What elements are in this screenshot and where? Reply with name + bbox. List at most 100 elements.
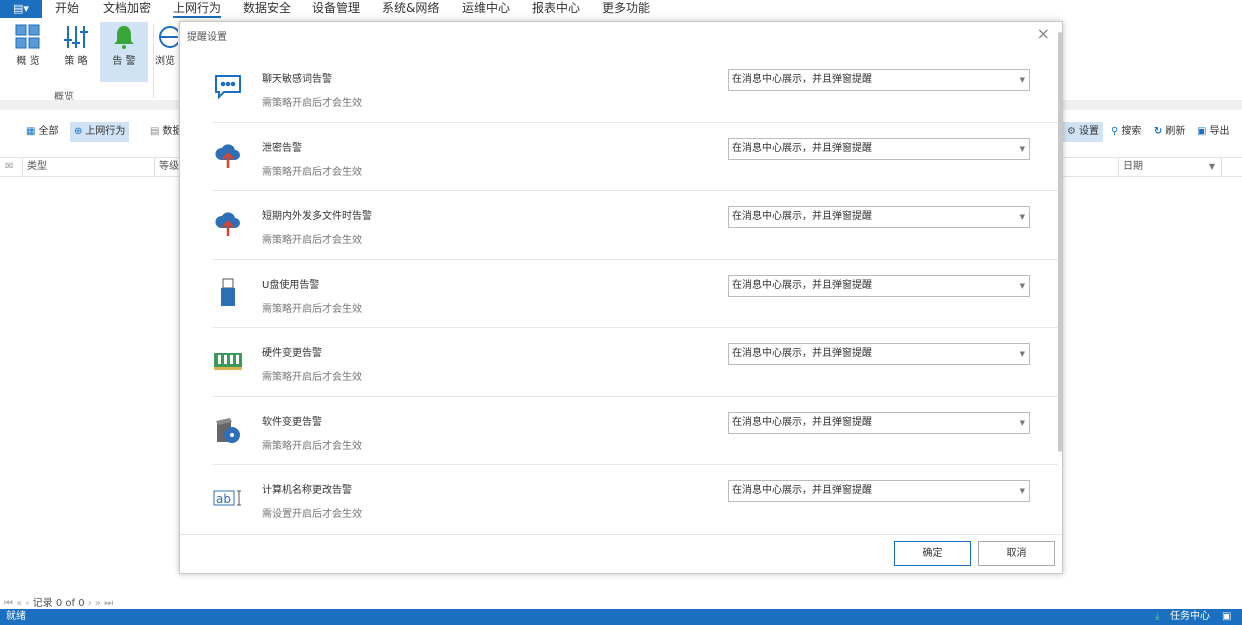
alert-description: 需设置开启后才会生效 [262, 509, 362, 520]
alert-mode-value: 在消息中心展示，并且弹窗提醒 [732, 279, 872, 291]
settings-button[interactable]: ⚙ 设置 [1063, 122, 1103, 142]
filter-web-button[interactable]: ⊕ 上网行为 [70, 122, 130, 142]
menu-bar: ▤▾ 开始 文档加密 上网行为 数据安全 设备管理 系统&网络 运维中心 报表中… [0, 0, 1242, 18]
globe-search-icon: ⊕ [74, 126, 83, 137]
close-icon[interactable]: × [1037, 24, 1050, 43]
column-level[interactable]: 等级 [154, 158, 179, 176]
app-menu-button[interactable]: ▤▾ [0, 0, 42, 18]
status-bar: 就绪 ⤓ 任务中心 ▣ [0, 609, 1242, 625]
tab-more[interactable]: 更多功能 [602, 0, 650, 18]
settings-label: 设置 [1078, 126, 1099, 137]
alert-mode-select[interactable]: 在消息中心展示，并且弹窗提醒 ▼ [728, 480, 1030, 502]
status-text: 就绪 [6, 611, 26, 622]
alert-mode-select[interactable]: 在消息中心展示，并且弹窗提醒 ▼ [728, 343, 1030, 365]
alert-description: 需策略开启后才会生效 [262, 166, 362, 178]
alert-mode-select[interactable]: 在消息中心展示，并且弹窗提醒 ▼ [728, 206, 1030, 228]
dialog-title: 提醒设置 [187, 32, 227, 43]
all-label: 全部 [38, 126, 59, 137]
tab-data-security[interactable]: 数据安全 [243, 0, 291, 18]
mail-icon: ✉ [5, 161, 14, 172]
globe-icon [150, 22, 180, 52]
column-date[interactable]: 日期 ▼ [1118, 158, 1222, 176]
web-label: 上网行为 [85, 126, 126, 137]
export-button[interactable]: ▣ 导出 [1193, 122, 1233, 142]
window-icon[interactable]: ▣ [1222, 609, 1231, 625]
filter-all-button[interactable]: ▦ 全部 [22, 122, 62, 142]
pager-prev-icon[interactable]: ⏮ « ‹ [4, 598, 33, 609]
chevron-down-icon: ▼ [1019, 76, 1025, 84]
refresh-label: 刷新 [1165, 126, 1186, 137]
chevron-down-icon: ▼ [1019, 213, 1025, 221]
browse-button[interactable]: 浏览 [150, 22, 180, 82]
alert-description: 需策略开启后才会生效 [262, 235, 362, 246]
alert-mode-value: 在消息中心展示，并且弹窗提醒 [732, 142, 872, 154]
svg-text:ab: ab [216, 492, 231, 506]
tab-doc-encrypt[interactable]: 文档加密 [103, 0, 151, 18]
memory-icon [212, 346, 244, 376]
alert-settings-dialog: 提醒设置 × 聊天敏感词告警 需策略开启后才会生效 在消息中心展示，并且弹窗提醒… [179, 21, 1063, 574]
chevron-down-icon: ▼ [1019, 281, 1025, 290]
tab-system-network[interactable]: 系统&网络 [382, 0, 439, 18]
alert-title: 聊天敏感词告警 [262, 74, 332, 85]
alert-title: 泄密告警 [262, 142, 302, 154]
policy-label: 策 略 [64, 56, 88, 67]
refresh-icon: ↻ [1154, 126, 1163, 137]
alert-setting-row: 泄密告警 需策略开启后才会生效 在消息中心展示，并且弹窗提醒 ▼ [212, 123, 1058, 191]
divider [153, 24, 154, 98]
download-icon: ⤓ [1155, 611, 1160, 622]
task-center-button[interactable]: 任务中心 [1170, 609, 1210, 625]
alert-setting-row: ab 计算机名称更改告警 需设置开启后才会生效 在消息中心展示，并且弹窗提醒 ▼ [212, 465, 1058, 534]
cloud-upload-icon [212, 141, 244, 171]
tab-start[interactable]: 开始 [55, 0, 79, 18]
tab-ops-center[interactable]: 运维中心 [462, 0, 510, 18]
policy-button[interactable]: 策 略 [52, 22, 100, 82]
search-label: 搜索 [1121, 126, 1142, 137]
grid-icon [4, 22, 52, 52]
sliders-icon [52, 22, 100, 52]
alert-label: 告 警 [112, 56, 136, 67]
alert-mode-select[interactable]: 在消息中心展示，并且弹窗提醒 ▼ [728, 137, 1030, 160]
chevron-down-icon: ▼ [1019, 418, 1025, 427]
pager-text: 记录 0 of 0 [32, 598, 85, 609]
chevron-down-icon: ▼ [1019, 144, 1025, 153]
search-icon: ⚲ [1111, 126, 1119, 137]
alert-mode-select[interactable]: 在消息中心展示，并且弹窗提醒 ▼ [728, 274, 1030, 297]
alert-title: 硬件变更告警 [262, 348, 322, 359]
alert-setting-row: 聊天敏感词告警 需策略开启后才会生效 在消息中心展示，并且弹窗提醒 ▼ [212, 54, 1058, 123]
rename-icon: ab [212, 483, 244, 513]
alert-setting-row: 硬件变更告警 需策略开启后才会生效 在消息中心展示，并且弹窗提醒 ▼ [212, 328, 1058, 397]
chat-icon [212, 72, 244, 102]
tab-device-mgmt[interactable]: 设备管理 [312, 0, 360, 18]
scrollbar[interactable] [1058, 32, 1062, 452]
alert-mode-value: 在消息中心展示，并且弹窗提醒 [732, 211, 872, 222]
column-date-label: 日期 [1123, 161, 1143, 172]
gear-icon: ⚙ [1067, 126, 1076, 137]
alert-description: 需策略开启后才会生效 [262, 372, 362, 383]
cancel-button[interactable]: 取消 [978, 541, 1055, 566]
alert-mode-select[interactable]: 在消息中心展示，并且弹窗提醒 ▼ [728, 411, 1030, 434]
pager-next-icon[interactable]: › » ⏭ [85, 598, 113, 609]
refresh-button[interactable]: ↻ 刷新 [1150, 122, 1189, 142]
alert-button[interactable]: 告 警 [100, 22, 148, 82]
pager: ⏮ « ‹ 记录 0 of 0 › » ⏭ [4, 594, 113, 609]
alert-description: 需策略开启后才会生效 [262, 98, 362, 109]
tab-report-center[interactable]: 报表中心 [532, 0, 580, 18]
search-button[interactable]: ⚲ 搜索 [1107, 122, 1145, 142]
document-icon: ▤ [150, 126, 160, 137]
alert-setting-row: U盘使用告警 需策略开启后才会生效 在消息中心展示，并且弹窗提醒 ▼ [212, 260, 1058, 328]
overview-button[interactable]: 概 览 [4, 22, 52, 82]
alert-title: 计算机名称更改告警 [262, 485, 352, 496]
alert-title: U盘使用告警 [262, 279, 320, 291]
alert-mode-value: 在消息中心展示，并且弹窗提醒 [732, 416, 872, 428]
usb-icon [212, 278, 244, 308]
column-type[interactable]: 类型 [22, 158, 47, 176]
ok-button[interactable]: 确定 [894, 541, 971, 566]
alert-mode-value: 在消息中心展示，并且弹窗提醒 [732, 485, 872, 496]
alert-mode-select[interactable]: 在消息中心展示，并且弹窗提醒 ▼ [728, 69, 1030, 91]
cloud-upload-icon [212, 209, 244, 239]
calendar-icon: ▦ [26, 126, 36, 137]
browse-label: 浏览 [155, 56, 175, 67]
tab-web-behavior[interactable]: 上网行为 [173, 0, 222, 18]
overview-label: 概 览 [16, 56, 40, 67]
alert-mode-value: 在消息中心展示，并且弹窗提醒 [732, 74, 872, 85]
